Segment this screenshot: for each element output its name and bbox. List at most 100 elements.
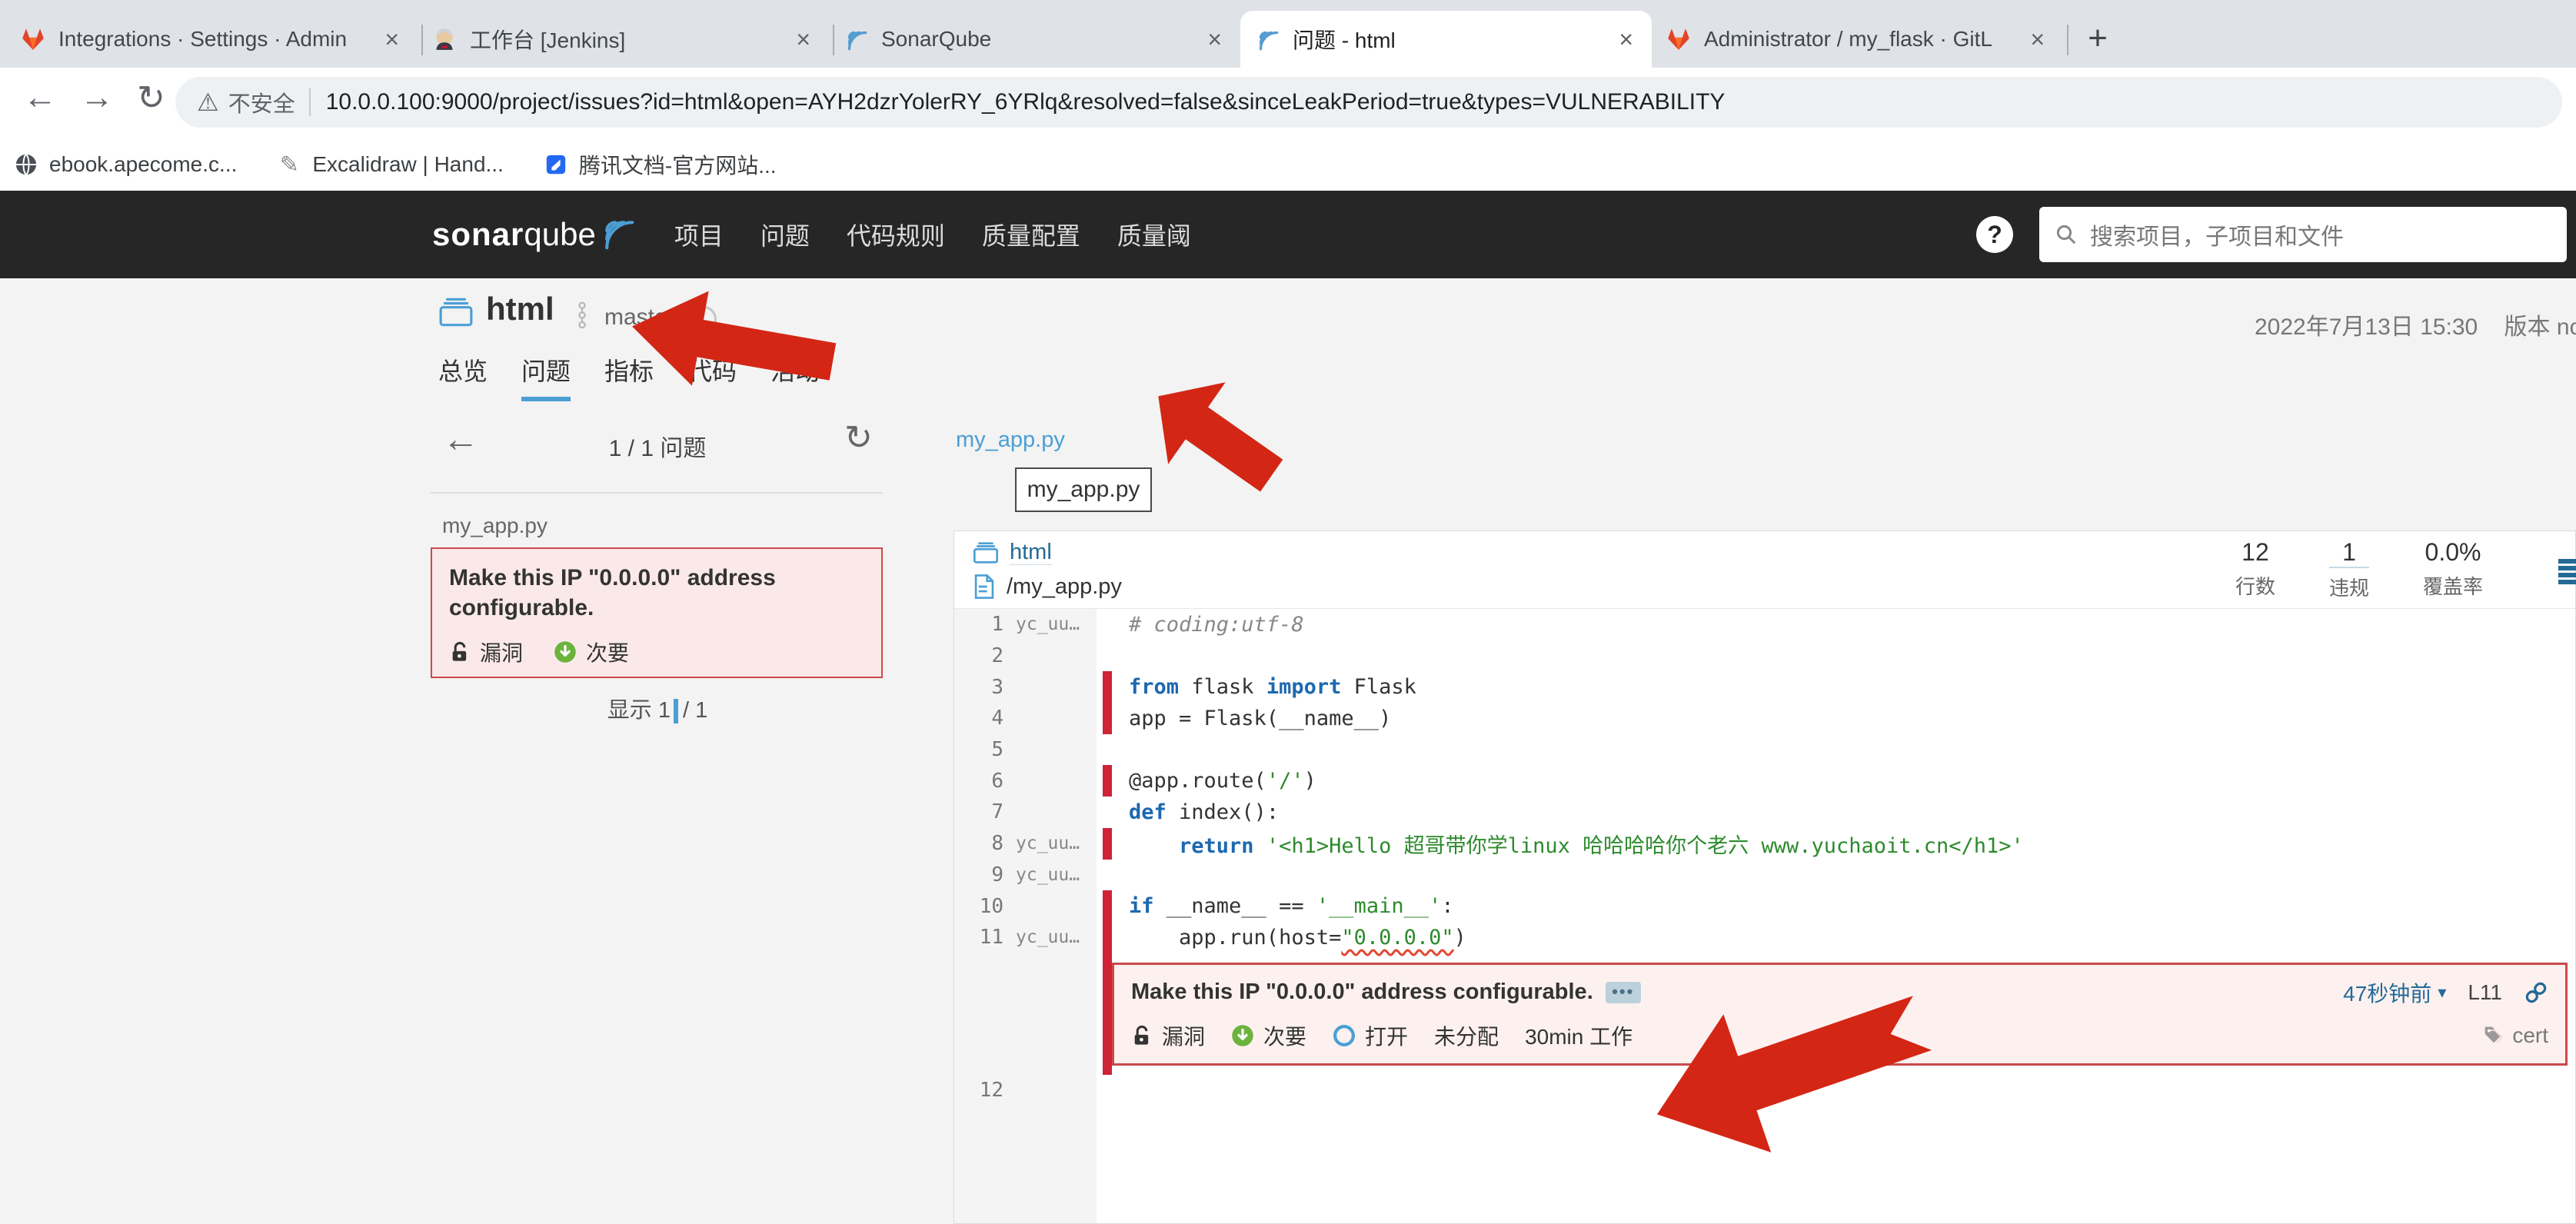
- close-icon[interactable]: ×: [791, 25, 815, 54]
- code-text: app.run(host="0.0.0.0"): [1112, 926, 1466, 950]
- reload-issues-icon[interactable]: ↻: [844, 421, 873, 455]
- browser-toolbar: ← → ↻ ⚠ 不安全 10.0.0.100:9000/project/issu…: [0, 68, 2576, 138]
- issue-tags[interactable]: cert: [2481, 1023, 2548, 1048]
- close-icon[interactable]: ×: [1203, 25, 1226, 54]
- global-search-input[interactable]: 搜索项目，子项目和文件: [2039, 207, 2567, 262]
- back-icon[interactable]: ←: [23, 78, 57, 117]
- chevron-down-icon[interactable]: ▾: [2438, 983, 2446, 1003]
- line-number[interactable]: 12: [954, 1079, 1016, 1102]
- browser-tab-sonarqube[interactable]: SonarQube ×: [829, 11, 1240, 68]
- code-line: 5: [954, 734, 2575, 766]
- divider: [309, 88, 311, 116]
- sonarqube-logo[interactable]: sonarqube: [432, 216, 634, 253]
- address-bar[interactable]: ⚠ 不安全 10.0.0.100:9000/project/issues?id=…: [175, 77, 2562, 128]
- line-number[interactable]: 8: [954, 832, 1016, 855]
- project-breadcrumb-link[interactable]: html: [1010, 540, 1052, 566]
- issue-severity-badge[interactable]: 次要: [1231, 1020, 1306, 1051]
- issue-title[interactable]: Make this IP "0.0.0.0" address configura…: [449, 563, 864, 623]
- new-code-marker: [1103, 797, 1112, 828]
- branch-icon: [575, 301, 589, 334]
- reload-icon[interactable]: ↻: [137, 78, 165, 118]
- issue-card[interactable]: Make this IP "0.0.0.0" address configura…: [431, 547, 883, 678]
- tab-overview[interactable]: 总览: [438, 352, 488, 401]
- line-number[interactable]: 3: [954, 676, 1016, 699]
- new-tab-button[interactable]: +: [2076, 17, 2119, 60]
- nav-item-quality-gates[interactable]: 质量阈: [1117, 217, 1191, 252]
- metric-label: 覆盖率: [2423, 571, 2483, 600]
- url-text[interactable]: 10.0.0.100:9000/project/issues?id=html&o…: [326, 89, 1726, 115]
- browser-tab-gitlab-settings[interactable]: Integrations · Settings · Admin ×: [6, 11, 418, 68]
- metric-issues[interactable]: 1 违规: [2329, 538, 2369, 601]
- line-number[interactable]: 9: [954, 863, 1016, 886]
- tab-title: 问题 - html: [1293, 24, 1614, 55]
- issue-more-button[interactable]: •••: [1606, 982, 1641, 1003]
- issue-severity-badge[interactable]: 次要: [554, 637, 629, 667]
- paging-total: / 1: [683, 698, 707, 723]
- issue-type-label: 漏洞: [1162, 1020, 1205, 1051]
- bookmark-excalidraw[interactable]: ✎ Excalidraw | Hand...: [277, 152, 504, 177]
- code-line: 4 app = Flask(__name__): [954, 703, 2575, 734]
- help-icon[interactable]: ?: [1976, 216, 2013, 253]
- issue-type-badge[interactable]: 漏洞: [449, 637, 523, 667]
- browser-tab-jenkins[interactable]: 工作台 [Jenkins] ×: [418, 11, 829, 68]
- issue-type-badge[interactable]: 漏洞: [1131, 1020, 1205, 1051]
- code-line: 7def index():: [954, 797, 2575, 828]
- logo-text: qube: [524, 216, 595, 253]
- metric-value[interactable]: 1: [2329, 538, 2369, 568]
- bookmark-tencent-docs[interactable]: 腾讯文档-官方网站...: [544, 149, 777, 180]
- code-text: # coding:utf-8: [1112, 613, 1304, 637]
- code-line: 10if __name__ == '__main__':: [954, 890, 2575, 922]
- line-number[interactable]: 6: [954, 770, 1016, 793]
- project-title[interactable]: html: [486, 291, 554, 328]
- file-icon: [973, 574, 996, 600]
- nav-item-rules[interactable]: 代码规则: [847, 217, 945, 252]
- issue-tag-label: cert: [2512, 1023, 2548, 1048]
- code-text: app = Flask(__name__): [1112, 707, 1391, 730]
- file-path[interactable]: /my_app.py: [1007, 574, 1122, 600]
- jenkins-icon: [431, 26, 458, 52]
- browser-tab-issues-html[interactable]: 问题 - html ×: [1240, 11, 1652, 68]
- bookmark-ebook[interactable]: ebook.apecome.c...: [14, 152, 237, 177]
- line-number[interactable]: 2: [954, 644, 1016, 667]
- browser-tab-strip: Integrations · Settings · Admin × 工作台 [J…: [0, 0, 2576, 68]
- close-icon[interactable]: ×: [1614, 25, 1638, 54]
- issue-age-link[interactable]: 47秒钟前: [2343, 977, 2431, 1008]
- file-link[interactable]: my_app.py: [956, 427, 1065, 453]
- navbar-menu: 项目 问题 代码规则 质量配置 质量阈: [674, 217, 1228, 252]
- line-number[interactable]: 7: [954, 800, 1016, 823]
- bookmarks-bar: ebook.apecome.c... ✎ Excalidraw | Hand..…: [0, 138, 2576, 191]
- code-text: return '<h1>Hello 超哥带你学linux 哈哈哈哈你个老六 ww…: [1112, 829, 2024, 859]
- close-icon[interactable]: ×: [380, 25, 404, 54]
- line-number[interactable]: 10: [954, 895, 1016, 918]
- nav-item-quality-profiles[interactable]: 质量配置: [982, 217, 1080, 252]
- analysis-meta: 2022年7月13日 15:30 版本 not provided: [2255, 308, 2576, 341]
- permalink-icon[interactable]: [2524, 980, 2548, 1005]
- search-placeholder: 搜索项目，子项目和文件: [2090, 218, 2344, 251]
- close-icon[interactable]: ×: [2025, 25, 2049, 54]
- nav-item-projects[interactable]: 项目: [674, 217, 724, 252]
- forward-icon[interactable]: →: [80, 78, 114, 117]
- code-line: 3 from flask import Flask: [954, 671, 2575, 703]
- code-text: from flask import Flask: [1112, 675, 1416, 699]
- file-metrics: 12 行数 1 违规 0.0% 覆盖率: [2182, 538, 2483, 601]
- security-label[interactable]: 不安全: [228, 86, 295, 118]
- line-number[interactable]: 5: [954, 738, 1016, 761]
- tab-issues[interactable]: 问题: [521, 352, 571, 401]
- code-line: 9yc_uu…: [954, 860, 2575, 891]
- gitlab-icon: [20, 26, 46, 52]
- analysis-date: 2022年7月13日 15:30: [2255, 314, 2478, 340]
- issue-status[interactable]: 打开: [1333, 1020, 1408, 1051]
- new-code-marker: [1103, 922, 1112, 953]
- browser-tab-gitlab-myflask[interactable]: Administrator / my_flask · GitL ×: [1652, 11, 2063, 68]
- line-number[interactable]: 4: [954, 707, 1016, 730]
- tab-title: Integrations · Settings · Admin: [58, 27, 380, 52]
- code-line: 1yc_uu…# coding:utf-8: [954, 609, 2575, 640]
- line-number[interactable]: 1: [954, 613, 1016, 636]
- issue-assignee[interactable]: 未分配: [1434, 1020, 1499, 1051]
- project-icon: [438, 296, 474, 332]
- nav-item-issues[interactable]: 问题: [760, 217, 810, 252]
- sonarqube-icon: [843, 26, 869, 52]
- line-number[interactable]: 11: [954, 926, 1016, 949]
- issue-title[interactable]: Make this IP "0.0.0.0" address configura…: [1131, 980, 1593, 1005]
- file-menu-icon[interactable]: [2558, 559, 2576, 582]
